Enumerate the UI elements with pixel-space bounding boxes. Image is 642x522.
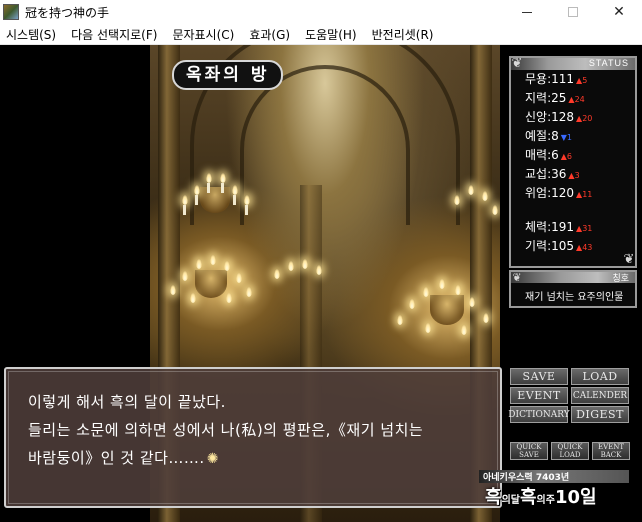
stat-delta: 11 — [582, 190, 593, 199]
menu-reverse-reset[interactable]: 반전리셋(R) — [366, 26, 443, 43]
maximize-icon — [568, 7, 578, 17]
message-line-2: 들리는 소문에 의하면 성에서 나(私)의 평판은,《재기 넘치는 — [28, 421, 424, 439]
stat-label: 신앙: — [525, 110, 552, 124]
continue-indicator-icon: ✺ — [206, 451, 219, 467]
chandelier-right — [395, 265, 495, 355]
stat-row: 지력: 25 ▲ 24 — [525, 89, 585, 108]
menu-system[interactable]: 시스템(S) — [0, 26, 65, 43]
digest-button[interactable]: DIGEST — [571, 406, 629, 423]
stat-value: 111 — [551, 72, 575, 86]
stat-value: 25 — [551, 91, 567, 105]
stat-label: 기력: — [525, 239, 552, 253]
game-area[interactable]: 옥좌의 방 STATUS ❦ ❦ 무용: 111 ▲ 5 지력: 25 ▲ 24 신앙: 128 ▲… — [0, 45, 642, 522]
calender-button[interactable]: CALENDER — [571, 387, 629, 404]
maximize-button[interactable] — [550, 0, 596, 24]
ornament-icon: ❦ — [623, 252, 635, 267]
chandelier-left — [180, 165, 250, 235]
stat-row: 체력: 191 ▲ 31 — [525, 218, 592, 237]
stat-value: 128 — [551, 110, 575, 124]
title-value: 재기 넘치는 요주의인물 — [525, 292, 624, 303]
minimize-button[interactable] — [504, 0, 550, 24]
stat-row: 위엄: 120 ▲ 11 — [525, 184, 592, 203]
stat-value: 6 — [551, 148, 559, 162]
event-button[interactable]: EVENT — [510, 387, 568, 404]
menu-effects[interactable]: 효과(G) — [243, 26, 299, 43]
stat-delta: 31 — [582, 224, 593, 233]
stat-label: 예절: — [525, 129, 552, 143]
ornament-icon: ❦ — [512, 271, 522, 284]
chandelier-left-lower — [170, 245, 252, 325]
message-line-3: 바람둥이》인 것 같다……. — [28, 449, 205, 467]
menu-bar: 시스템(S) 다음 선택지로(F) 문자표시(C) 효과(G) 도움말(H) 반… — [0, 24, 642, 45]
menu-text-display[interactable]: 문자표시(C) — [166, 26, 243, 43]
title-panel: 칭호 ❦ 재기 넘치는 요주의인물 — [509, 270, 637, 308]
stat-value: 36 — [551, 167, 567, 181]
dictionary-button[interactable]: DICTIONARY — [508, 406, 570, 423]
menu-help[interactable]: 도움말(H) — [299, 26, 366, 43]
status-header: STATUS — [511, 58, 635, 70]
close-button[interactable]: ✕ — [596, 0, 642, 24]
stat-row: 교섭: 36 ▲ 3 — [525, 165, 580, 184]
stat-row: 무용: 111 ▲ 5 — [525, 70, 587, 89]
stat-label: 매력: — [525, 148, 552, 162]
stat-label: 무용: — [525, 72, 552, 86]
stat-row: 매력: 6 ▲ 6 — [525, 146, 572, 165]
stat-value: 120 — [551, 186, 575, 200]
date-panel: 아네키우스력 7403년 흑의 달흑의 주 10 일 — [479, 466, 629, 510]
stat-label: 교섭: — [525, 167, 552, 181]
year-label: 아네키우스력 7403년 — [483, 473, 570, 483]
close-icon: ✕ — [613, 4, 625, 20]
chandelier-right-upper — [450, 175, 500, 235]
message-window[interactable]: 이렇게 해서 흑의 달이 끝났다. 들리는 소문에 의하면 성에서 나(私)의 … — [4, 367, 502, 508]
ornament-icon: ❦ — [511, 56, 523, 71]
stat-label: 위엄: — [525, 186, 552, 200]
stat-delta: 43 — [582, 243, 593, 252]
event-back-button[interactable]: EVENT BACK — [592, 442, 630, 460]
quick-load-button[interactable]: QUICK LOAD — [551, 442, 589, 460]
minimize-icon — [522, 11, 532, 13]
status-panel: STATUS ❦ ❦ 무용: 111 ▲ 5 지력: 25 ▲ 24 신앙: 128 ▲ 20 예절: 8… — [509, 56, 637, 268]
location-label: 옥좌의 방 — [172, 60, 284, 90]
save-button[interactable]: SAVE — [510, 368, 568, 385]
stat-value: 191 — [551, 220, 575, 234]
chandelier-center — [270, 255, 330, 295]
stat-delta: 6 — [566, 152, 573, 161]
stat-label: 체력: — [525, 220, 552, 234]
stat-row: 신앙: 128 ▲ 20 — [525, 108, 592, 127]
stat-delta: 3 — [574, 171, 580, 180]
stat-delta: 5 — [582, 76, 588, 85]
load-button[interactable]: LOAD — [571, 368, 629, 385]
stat-delta: 24 — [574, 95, 585, 104]
window-title: 冠を持つ神の手 — [25, 5, 110, 20]
title-header: 칭호 — [511, 272, 635, 284]
app-icon — [3, 4, 19, 20]
year-bar: 아네키우스력 7403년 — [479, 470, 629, 483]
date-display: 흑의 달흑의 주 10 일 — [485, 487, 597, 508]
stat-row: 예절: 8 ▼ 1 — [525, 127, 572, 146]
quick-save-button[interactable]: QUICK SAVE — [510, 442, 548, 460]
stat-delta: 1 — [566, 133, 573, 142]
message-line-1: 이렇게 해서 흑의 달이 끝났다. — [28, 393, 226, 411]
stat-value: 105 — [551, 239, 575, 253]
window-title-bar: 冠を持つ神の手 ✕ — [0, 0, 642, 24]
message-line-3-wrap: 바람둥이》인 것 같다……. ✺ — [28, 447, 219, 468]
stat-row: 기력: 105 ▲ 43 — [525, 237, 592, 256]
stat-delta: 20 — [582, 114, 593, 123]
stat-label: 지력: — [525, 91, 552, 105]
stat-value: 8 — [551, 129, 559, 143]
menu-next-choice[interactable]: 다음 선택지로(F) — [65, 26, 166, 43]
